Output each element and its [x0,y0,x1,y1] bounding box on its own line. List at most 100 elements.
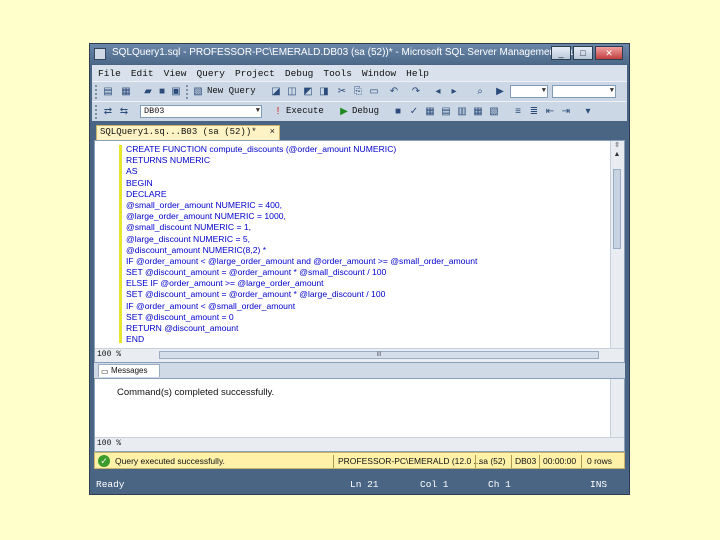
open-icon[interactable]: ▰ [142,86,154,98]
comment-icon[interactable]: ≡ [512,106,524,118]
query-editor[interactable]: CREATE FUNCTION compute_discounts (@orde… [94,140,625,363]
code-line[interactable]: @small_order_amount NUMERIC = 400, [126,200,477,211]
cut-icon[interactable]: ✂ [336,86,348,98]
debug-button[interactable]: Debug [352,106,379,116]
code-line[interactable]: CREATE FUNCTION compute_discounts (@orde… [126,144,477,155]
toolbar-grip[interactable] [95,85,100,99]
execute-icon[interactable]: ! [272,106,284,118]
menu-window[interactable]: Window [362,68,396,79]
results-text-icon[interactable]: ▥ [456,106,468,118]
menu-file[interactable]: File [98,68,121,79]
change-connection-icon[interactable]: ⇆ [118,106,130,118]
messages-tab-label: Messages [111,366,148,375]
code-line[interactable]: @large_discount NUMERIC = 5, [126,234,477,245]
platform-combo[interactable]: ▼ [552,85,616,98]
editor-vertical-scrollbar[interactable]: ⇳ ▲ [610,141,624,349]
increase-indent-icon[interactable]: ⇥ [560,106,572,118]
close-button[interactable]: ✕ [595,46,623,60]
connect-icon[interactable]: ⇄ [102,106,114,118]
menu-edit[interactable]: Edit [131,68,154,79]
menu-view[interactable]: View [164,68,187,79]
editor-horizontal-scrollbar[interactable]: 100 % III [95,348,624,362]
result-message: Command(s) completed successfully. [117,387,275,398]
code-line[interactable]: DECLARE [126,189,477,200]
title-bar[interactable]: SQLQuery1.sql - PROFESSOR-PC\EMERALD.DB0… [90,44,629,64]
database-select[interactable]: DB03 ▼ [140,105,262,118]
analysis-query-icon[interactable]: ◫ [286,86,298,98]
query-designer-icon[interactable]: ▤ [440,106,452,118]
code-line[interactable]: SET @discount_amount = 0 [126,312,477,323]
redo-icon[interactable]: ↷ [410,86,422,98]
results-grid-icon[interactable]: ▦ [472,106,484,118]
app-icon[interactable] [94,48,106,60]
tab-sqlquery1[interactable]: SQLQuery1.sq...B03 (sa (52))* × [96,125,280,140]
tab-close-icon[interactable]: × [270,126,275,139]
menu-bar: File Edit View Query Project Debug Tools… [92,65,627,81]
code-line[interactable]: @discount_amount NUMERIC(8,2) * [126,245,477,256]
add-item-icon[interactable]: ▦ [120,86,132,98]
toolbar-grip[interactable] [95,105,100,119]
scroll-thumb[interactable] [613,169,621,249]
editor-zoom[interactable]: 100 % [97,350,121,359]
copy-icon[interactable]: ⎘ [352,86,364,98]
start-icon[interactable]: ▶ [494,86,506,98]
code-line[interactable]: SET @discount_amount = @order_amount * @… [126,289,477,300]
code-line[interactable]: IF @order_amount < @large_order_amount a… [126,256,477,267]
code-line[interactable]: RETURNS NUMERIC [126,155,477,166]
split-icon[interactable]: ⇳ [612,142,622,150]
messages-pane[interactable]: Command(s) completed successfully. 100 % [94,378,625,452]
tab-messages[interactable]: ▭ Messages [98,364,160,377]
horizontal-scroll-thumb[interactable]: III [159,351,599,359]
code-line[interactable]: SET @discount_amount = @order_amount * @… [126,267,477,278]
menu-debug[interactable]: Debug [285,68,314,79]
window-title: SQLQuery1.sql - PROFESSOR-PC\EMERALD.DB0… [112,47,590,58]
results-file-icon[interactable]: ▧ [488,106,500,118]
code-line[interactable]: ELSE IF @order_amount >= @large_order_am… [126,278,477,289]
navigate-back-icon[interactable]: ◂ [432,86,444,98]
uncomment-icon[interactable]: ≣ [528,106,540,118]
code-line[interactable]: @small_discount NUMERIC = 1, [126,222,477,233]
code-line[interactable]: RETURN @discount_amount [126,323,477,334]
messages-vertical-scrollbar[interactable] [610,379,624,437]
find-icon[interactable]: ⌕ [474,86,486,98]
debug-icon[interactable]: ▶ [338,106,350,118]
paste-icon[interactable]: ▭ [368,86,380,98]
save-icon[interactable]: ■ [156,86,168,98]
maximize-button[interactable]: □ [573,46,593,60]
menu-project[interactable]: Project [235,68,275,79]
save-all-icon[interactable]: ▣ [170,86,182,98]
minimize-button[interactable]: _ [551,46,571,60]
new-query-icon[interactable]: ▧ [192,86,204,98]
code-area[interactable]: CREATE FUNCTION compute_discounts (@orde… [126,144,477,345]
messages-zoom[interactable]: 100 % [97,439,121,448]
menu-help[interactable]: Help [406,68,429,79]
new-project-icon[interactable]: ▤ [102,86,114,98]
specify-values-icon[interactable]: ▾ [582,106,594,118]
solution-config-combo[interactable]: ▼ [510,85,548,98]
messages-horizontal-scrollbar[interactable]: 100 % [95,437,624,451]
code-line[interactable]: END [126,334,477,345]
undo-icon[interactable]: ↶ [388,86,400,98]
display-plan-icon[interactable]: ▦ [424,106,436,118]
mdx-query-icon[interactable]: ◩ [302,86,314,98]
menu-tools[interactable]: Tools [323,68,352,79]
code-line[interactable]: AS [126,166,477,177]
status-elapsed: 00:00:00 [543,456,577,466]
decrease-indent-icon[interactable]: ⇤ [544,106,556,118]
column-number: Col 1 [420,479,449,490]
code-line[interactable]: BEGIN [126,178,477,189]
messages-icon: ▭ [101,367,109,376]
menu-query[interactable]: Query [196,68,225,79]
scroll-up-icon[interactable]: ▲ [612,151,622,159]
code-line[interactable]: @large_order_amount NUMERIC = 1000, [126,211,477,222]
code-line[interactable]: IF @order_amount < @small_order_amount [126,301,477,312]
navigate-forward-icon[interactable]: ▸ [448,86,460,98]
new-query-button[interactable]: New Query [207,86,256,96]
db-engine-query-icon[interactable]: ◪ [270,86,282,98]
editor-gutter [95,141,123,349]
document-tab-strip: SQLQuery1.sq...B03 (sa (52))* × [92,123,627,140]
stop-icon[interactable]: ■ [392,106,404,118]
xmla-query-icon[interactable]: ◨ [318,86,330,98]
parse-icon[interactable]: ✓ [408,106,420,118]
execute-button[interactable]: Execute [286,106,324,116]
